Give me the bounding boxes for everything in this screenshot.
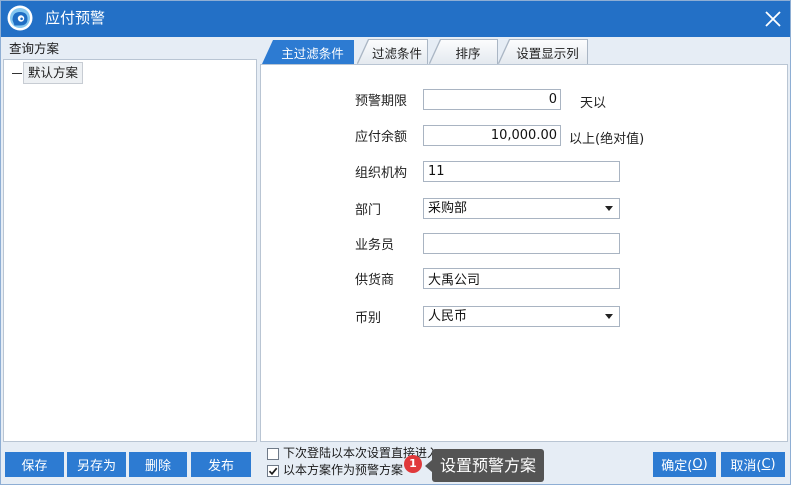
supplier-input[interactable]: [423, 268, 620, 289]
supplier-label: 供货商: [355, 273, 395, 288]
chevron-down-icon[interactable]: [605, 206, 613, 211]
option-use-as-warning-scheme[interactable]: 以本方案作为预警方案: [267, 464, 403, 477]
tab-label: 设置显示列: [499, 40, 587, 64]
currency-select[interactable]: 人民币: [423, 306, 620, 327]
tab-label: 过滤条件: [358, 40, 427, 64]
form-row-currency: 币别 人民币: [261, 306, 787, 327]
publish-button[interactable]: 发布: [191, 452, 251, 477]
delete-button[interactable]: 删除: [129, 452, 187, 477]
department-value: 采购部: [428, 201, 468, 216]
department-select[interactable]: 采购部: [423, 198, 620, 219]
payable-balance-label: 应付余额: [355, 130, 408, 145]
tree-item-default-scheme[interactable]: 默认方案: [12, 62, 84, 84]
payable-balance-input[interactable]: [423, 125, 561, 146]
form-row-salesperson: 业务员: [261, 233, 787, 254]
ok-button[interactable]: 确定(O): [653, 452, 716, 477]
save-as-button[interactable]: 另存为: [67, 452, 126, 477]
department-label: 部门: [355, 203, 382, 218]
tab-filter[interactable]: 过滤条件: [358, 40, 427, 64]
form-row-department: 部门 采购部: [261, 198, 787, 219]
main-filter-panel: 预警期限 天以 应付余额 以上(绝对值) 组织机构 部门 采购部 业务员 供货商: [260, 64, 788, 442]
form-row-warning-period: 预警期限 天以: [261, 89, 787, 111]
warning-dialog: 应付预警 查询方案 默认方案 主过滤条件 过滤条件 排序 设置显示列 预警期限 …: [0, 0, 791, 485]
salesperson-label: 业务员: [355, 238, 395, 253]
tab-label: 主过滤条件: [262, 40, 354, 64]
payable-balance-unit: 以上(绝对值): [569, 132, 645, 147]
salesperson-input[interactable]: [423, 233, 620, 254]
currency-label: 币别: [355, 311, 382, 326]
warning-scheme-checkbox[interactable]: [267, 464, 279, 477]
organization-label: 组织机构: [355, 166, 408, 181]
ok-label: 确定(: [661, 459, 693, 474]
step-badge: 1: [404, 455, 422, 473]
window-title: 应付预警: [45, 9, 106, 27]
tree-item-label: 默认方案: [23, 62, 84, 84]
ok-label-close: ): [702, 457, 708, 472]
tab-sort[interactable]: 排序: [430, 40, 497, 64]
warning-period-label: 预警期限: [355, 94, 408, 109]
app-logo-icon: [7, 5, 33, 31]
form-row-supplier: 供货商: [261, 268, 787, 289]
tree-connector: [12, 72, 22, 74]
organization-input[interactable]: [423, 161, 620, 182]
cancel-label-close: ): [770, 457, 776, 472]
warning-period-input[interactable]: [423, 89, 561, 110]
save-button[interactable]: 保存: [5, 452, 64, 477]
checkmark-icon: [268, 467, 278, 475]
tooltip-arrow: [425, 460, 432, 472]
auto-enter-checkbox[interactable]: [267, 447, 279, 460]
cancel-button[interactable]: 取消(C): [721, 452, 785, 477]
tab-display-columns[interactable]: 设置显示列: [499, 40, 587, 64]
scheme-tree-panel: 默认方案: [3, 59, 257, 442]
form-row-organization: 组织机构: [261, 161, 787, 182]
currency-value: 人民币: [428, 309, 468, 324]
close-icon[interactable]: [763, 9, 783, 29]
warning-scheme-label: 以本方案作为预警方案: [283, 463, 404, 477]
form-row-payable-balance: 应付余额 以上(绝对值): [261, 125, 787, 147]
cancel-accelerator-key: C: [761, 457, 771, 472]
ok-accelerator-key: O: [692, 457, 703, 472]
tab-main-filter[interactable]: 主过滤条件: [262, 40, 354, 64]
scheme-panel-header: 查询方案: [9, 41, 60, 56]
chevron-down-icon[interactable]: [605, 314, 613, 319]
title-bar: 应付预警: [0, 0, 791, 37]
warning-period-unit: 天以: [580, 96, 607, 111]
cancel-label: 取消(: [730, 459, 762, 474]
tab-label: 排序: [430, 40, 497, 64]
tooltip: 设置预警方案: [432, 449, 544, 482]
